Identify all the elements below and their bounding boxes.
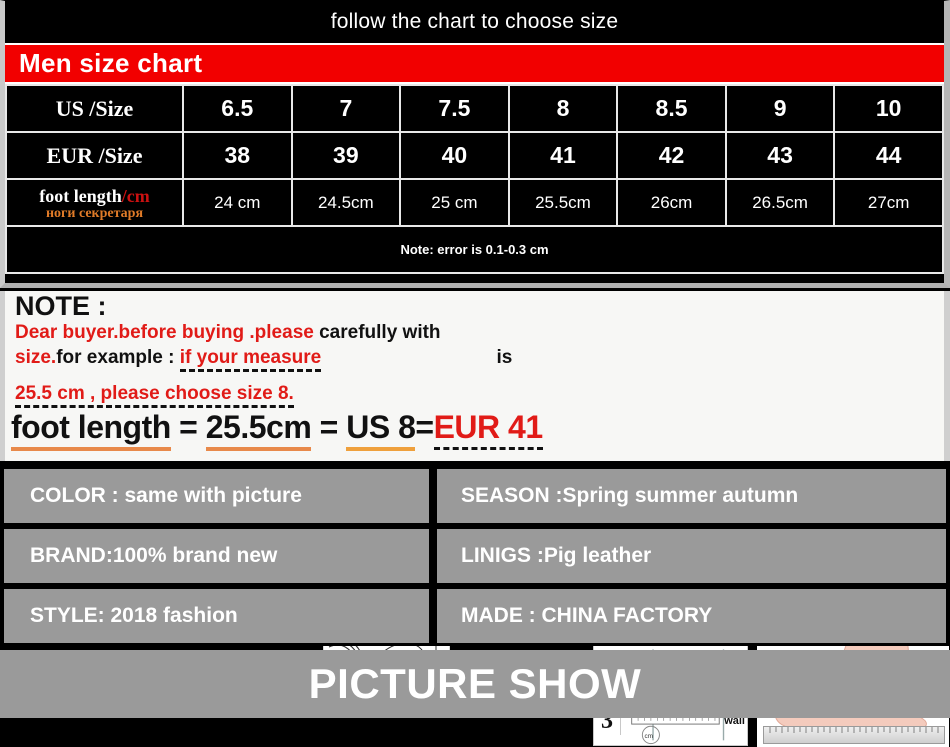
equation-term-1: foot length [11, 409, 171, 451]
cell-fl-6: 27cm [833, 178, 944, 227]
equation-term-4: EUR 41 [433, 409, 543, 450]
note-text-group: NOTE : Dear buyer.before buying .please … [13, 291, 588, 408]
size-table: US /Size 6.5 7 7.5 8 8.5 9 10 EUR /Size … [5, 84, 944, 274]
cell-eur-1: 39 [290, 131, 402, 180]
cell-us-0: 6.5 [182, 84, 293, 133]
cell-us-3: 8 [507, 84, 619, 133]
cell-fl-4: 26cm [616, 178, 727, 227]
equation-sign-3: = [415, 409, 434, 445]
cell-us-4: 8.5 [616, 84, 727, 133]
chart-subtitle: follow the chart to choose size [330, 10, 619, 33]
note-line-3-text: 25.5 cm , please choose size 8. [15, 382, 294, 408]
row-label-eur: EUR /Size [5, 131, 184, 180]
cell-us-5: 9 [724, 84, 836, 133]
banner-title: Men size chart [19, 48, 203, 78]
cell-eur-5: 43 [724, 131, 836, 180]
equation-sign-2: = [319, 409, 339, 445]
note-line-2: size.for example : if your measure is [15, 346, 588, 372]
row-label-us: US /Size [5, 84, 184, 133]
cell-fl-2: 25 cm [399, 178, 510, 227]
cell-fl-5: 26.5cm [724, 178, 836, 227]
note-line-1b: carefully with [319, 322, 441, 343]
table-row-note: Note: error is 0.1-0.3 cm [5, 225, 944, 274]
table-row-foot-length: foot length/cm ноги секретаря 24 cm 24.5… [5, 178, 944, 227]
info-cell-made: MADE : CHINA FACTORY [437, 589, 946, 643]
cell-eur-2: 40 [399, 131, 510, 180]
note-line-2a: size. [15, 346, 57, 368]
note-line-1a: Dear buyer.before buying .please [15, 322, 314, 343]
foot-length-label-en: foot length [39, 186, 122, 207]
product-info-grid: COLOR : same with picture SEASON :Spring… [0, 466, 950, 646]
cell-eur-3: 41 [507, 131, 619, 180]
info-cell-linings: LINIGS :Pig leather [437, 529, 946, 583]
cell-fl-1: 24.5cm [290, 178, 402, 227]
step-3-unit-label: cm [644, 733, 653, 740]
note-line-2d: is [496, 346, 513, 368]
note-title: NOTE : [15, 291, 107, 321]
info-cell-brand: BRAND:100% brand new [4, 529, 429, 583]
info-cell-style: STYLE: 2018 fashion [4, 589, 429, 643]
info-cell-color: COLOR : same with picture [4, 469, 429, 523]
size-table-block: follow the chart to choose size Men size… [0, 0, 950, 288]
picture-show-footer: PICTURE SHOW [0, 650, 950, 718]
table-row-us: US /Size 6.5 7 7.5 8 8.5 9 10 [5, 84, 944, 133]
men-size-chart-banner: Men size chart [5, 43, 944, 84]
equation-term-3: US 8 [346, 409, 416, 451]
table-error-note: Note: error is 0.1-0.3 cm [5, 225, 944, 274]
foot-length-equation: foot length = 25.5cm = US 8=EUR 41 [11, 409, 543, 451]
equation-term-2: 25.5cm [205, 409, 312, 451]
note-line-1: Dear buyer.before buying .please careful… [15, 321, 588, 345]
cell-fl-0: 24 cm [182, 178, 293, 227]
cell-eur-6: 44 [833, 131, 944, 180]
cell-fl-3: 25.5cm [507, 178, 619, 227]
note-block: NOTE : Dear buyer.before buying .please … [0, 291, 950, 747]
note-line-2c: if your measure [179, 346, 322, 372]
equation-sign-1: = [179, 409, 198, 445]
foot-length-label-ru: ноги секретаря [45, 206, 144, 222]
note-line-2b: for example : [56, 346, 180, 368]
cell-us-2: 7.5 [399, 84, 510, 133]
ruler-icon [763, 726, 945, 744]
size-chart-page: follow the chart to choose size Men size… [0, 0, 950, 747]
foot-length-label-unit: /cm [121, 186, 150, 207]
cell-eur-4: 42 [616, 131, 727, 180]
info-cell-season: SEASON :Spring summer autumn [437, 469, 946, 523]
table-row-eur: EUR /Size 38 39 40 41 42 43 44 [5, 131, 944, 180]
note-line-3: 25.5 cm , please choose size 8. [15, 382, 588, 408]
row-label-foot-length: foot length/cm ноги секретаря [5, 178, 184, 227]
chart-subtitle-bar: follow the chart to choose size [5, 1, 944, 43]
cell-us-6: 10 [833, 84, 944, 133]
cell-us-1: 7 [290, 84, 402, 133]
footer-title: PICTURE SHOW [308, 660, 642, 707]
cell-eur-0: 38 [182, 131, 293, 180]
